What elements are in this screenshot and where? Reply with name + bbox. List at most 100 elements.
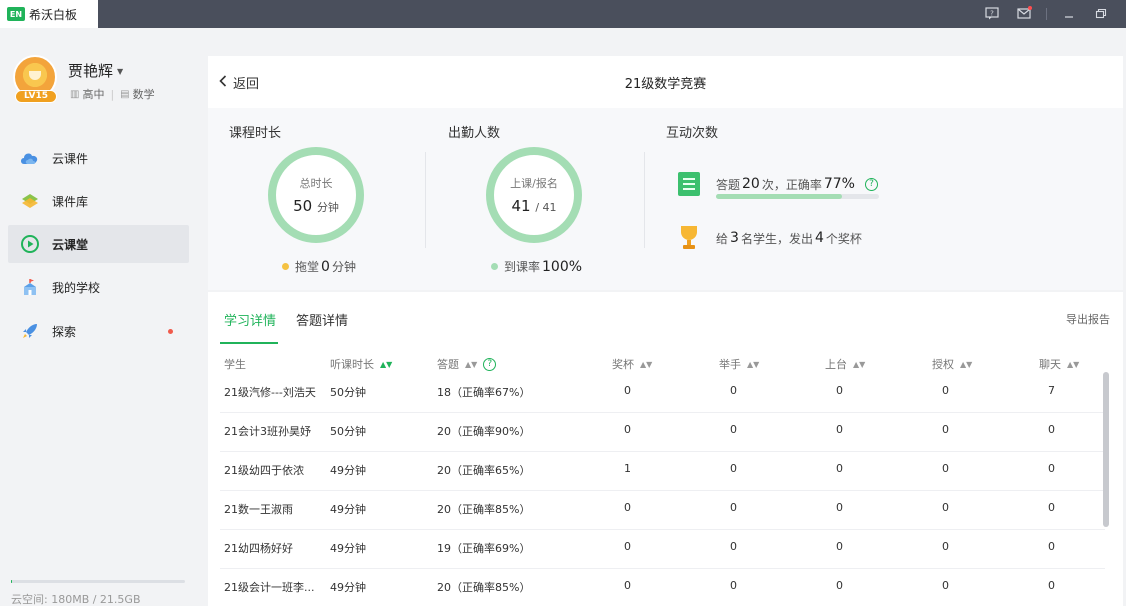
column-header-trophies[interactable]: 奖杯 ▲▼ (612, 356, 652, 372)
help-icon[interactable]: ? (864, 177, 878, 191)
table-cell-trophy-count: 0 (624, 579, 631, 592)
table-cell-chat-count: 0 (1048, 423, 1055, 436)
table-cell-raise-hand-count: 0 (730, 540, 737, 553)
library-icon (19, 192, 41, 210)
table-cell-student-name: 21幼四杨好好 (224, 542, 293, 555)
table-cell-authorize-count: 0 (942, 579, 949, 592)
award-count: 4 (814, 230, 824, 246)
stats-divider (644, 152, 645, 248)
column-header-authorize[interactable]: 授权 ▲▼ (932, 356, 972, 372)
app-logo-icon: EN (7, 7, 25, 21)
table-scrollbar[interactable] (1103, 372, 1109, 527)
table-cell-trophy-count: 1 (624, 462, 631, 475)
user-grade: 高中 (82, 88, 105, 101)
table-cell-student-name: 21级幼四于依浓 (224, 464, 304, 477)
answer-sheet-icon (678, 172, 700, 196)
attendance-dot (491, 263, 498, 270)
table-cell-raise-hand-count: 0 (730, 462, 737, 475)
tab-answer-details[interactable]: 答题详情 (296, 310, 348, 329)
table-cell-trophy-count: 0 (624, 384, 631, 397)
overtime-label: 拖堂 (295, 260, 320, 274)
table-cell-listen-duration: 50分钟 (330, 386, 366, 399)
page-title: 21级数学竞赛 (624, 77, 707, 92)
avatar-face (29, 71, 41, 80)
award-mid: 名学生，发出 (740, 231, 813, 246)
table-cell-authorize-count: 0 (942, 501, 949, 514)
app-tab[interactable]: EN 希沃白板 (0, 0, 98, 28)
table-cell-student-name: 21级汽修---刘浩天 (224, 386, 316, 399)
app-title: 希沃白板 (29, 7, 78, 22)
play-icon (19, 235, 41, 253)
tab-study-details[interactable]: 学习详情 (224, 310, 276, 329)
row-divider (220, 529, 1105, 530)
titlebar-divider (1046, 8, 1047, 20)
accuracy-value: 77% (823, 176, 855, 192)
restore-icon[interactable] (1094, 7, 1108, 20)
table-cell-listen-duration: 49分钟 (330, 503, 366, 516)
column-header-chat[interactable]: 聊天 ▲▼ (1039, 356, 1079, 372)
attendance-rate-label: 到课率 (504, 260, 541, 274)
building-icon: ▥ (70, 88, 80, 100)
sidebar-item-label: 探索 (52, 324, 77, 339)
table-cell-student-name: 21数一王淑雨 (224, 503, 293, 516)
user-name-dropdown[interactable]: 贾艳辉 ▼ (68, 60, 123, 81)
attendance-legend: 到课率 100% (491, 258, 584, 275)
sort-icon: ▲▼ (640, 359, 653, 369)
table-cell-trophy-count: 0 (624, 540, 631, 553)
table-cell-listen-duration: 49分钟 (330, 581, 366, 594)
meta-divider: | (110, 87, 115, 101)
table-cell-answer-result: 20（正确率85%） (437, 581, 531, 594)
answers-row: 答题 20 次，正确率 77% ? (678, 172, 878, 196)
minimize-icon[interactable] (1062, 7, 1076, 20)
sidebar-item-cloud-courseware[interactable]: 云课件 (8, 139, 189, 177)
table-cell-on-stage-count: 0 (836, 579, 843, 592)
answers-mid: 次，正确率 (761, 177, 822, 192)
award-students: 3 (730, 230, 739, 246)
table-cell-on-stage-count: 0 (836, 462, 843, 475)
sidebar: LV15 贾艳辉▼ ▥ 高中 | ▤ 数学 云课件 课件库 云课堂 我的学校 (0, 28, 198, 606)
table-cell-authorize-count: 0 (942, 384, 949, 397)
detail-panel: 学习详情 答题详情 导出报告 学生 听课时长 ▲▼ 答题 ▲▼? 奖杯 ▲▼ 举手 ▲▼… (208, 292, 1123, 606)
table-cell-on-stage-count: 0 (836, 501, 843, 514)
page-header: 返回 21级数学竞赛 (208, 56, 1123, 108)
table-cell-trophy-count: 0 (624, 501, 631, 514)
overtime-unit: 分钟 (331, 260, 356, 274)
sidebar-item-courseware-library[interactable]: 课件库 (8, 182, 189, 220)
sidebar-item-explore[interactable]: 探索 (8, 312, 189, 350)
column-header-on-stage[interactable]: 上台 ▲▼ (825, 356, 865, 372)
help-icon[interactable]: ? (483, 357, 497, 371)
caret-down-icon: ▼ (117, 67, 124, 76)
rocket-icon (19, 322, 41, 340)
table-cell-student-name: 21级会计一班李... (224, 581, 315, 594)
row-divider (220, 412, 1105, 413)
cloud-icon (19, 149, 41, 167)
table-cell-answer-result: 20（正确率90%） (437, 425, 531, 438)
column-header-duration[interactable]: 听课时长 ▲▼ (330, 356, 392, 372)
table-cell-raise-hand-count: 0 (730, 423, 737, 436)
feedback-icon[interactable]: ? (985, 7, 999, 20)
duration-unit: 分钟 (316, 201, 339, 214)
sort-icon: ▲▼ (853, 359, 866, 369)
table-cell-student-name: 21会计3班孙昊妤 (224, 425, 311, 438)
sidebar-item-my-school[interactable]: 我的学校 (8, 268, 189, 306)
column-header-student: 学生 (224, 358, 246, 371)
mail-icon[interactable] (1017, 6, 1032, 20)
table-cell-answer-result: 20（正确率65%） (437, 464, 531, 477)
sidebar-item-cloud-classroom[interactable]: 云课堂 (8, 225, 189, 263)
attendance-total: / 41 (535, 201, 557, 214)
award-prefix: 给 (716, 231, 729, 246)
attendance-ring: 上课/报名 41 / 41 (486, 147, 582, 243)
table-cell-chat-count: 0 (1048, 501, 1055, 514)
table-cell-chat-count: 0 (1048, 579, 1055, 592)
column-header-answers[interactable]: 答题 ▲▼? (437, 356, 497, 372)
sidebar-item-label: 我的学校 (52, 280, 101, 295)
row-divider (220, 451, 1105, 452)
table-cell-on-stage-count: 0 (836, 423, 843, 436)
accuracy-progress-bar (716, 194, 879, 199)
column-header-raise-hand[interactable]: 举手 ▲▼ (719, 356, 759, 372)
duration-ring: 总时长 50 分钟 (268, 147, 364, 243)
attendance-label: 出勤人数 (448, 126, 501, 141)
sort-icon: ▲▼ (380, 359, 393, 369)
accuracy-progress-fill (716, 194, 842, 199)
export-report-button[interactable]: 导出报告 (1066, 311, 1110, 327)
